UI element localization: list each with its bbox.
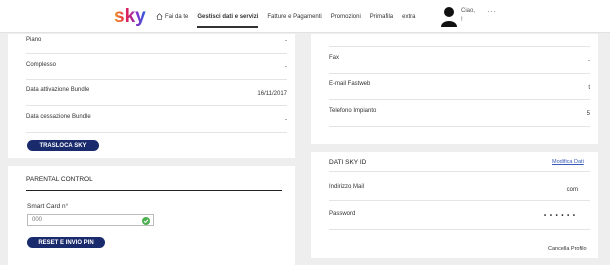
nav-label: extra bbox=[402, 13, 416, 20]
row-fax: Fax - bbox=[329, 47, 590, 74]
row-telefono-impianto: Telefono Impianto 5 bbox=[329, 100, 590, 127]
check-icon bbox=[142, 216, 150, 225]
smart-card-label: Smart Card n° bbox=[27, 203, 69, 210]
row-value: - bbox=[285, 38, 287, 44]
parental-control-title: PARENTAL CONTROL bbox=[26, 176, 93, 183]
top-header: sky Fai da te Gestisci dati e servizi Fa… bbox=[0, 0, 610, 33]
row-email-fastweb: E-mail Fastweb t bbox=[329, 74, 590, 100]
user-greeting[interactable]: Ciao, ! bbox=[461, 7, 475, 25]
user-avatar-icon[interactable] bbox=[440, 5, 458, 27]
sky-logo[interactable]: sky bbox=[113, 3, 151, 29]
row-label: Indirizzo Mail bbox=[329, 184, 365, 190]
nav-extra[interactable]: extra bbox=[402, 0, 415, 33]
nav-label: Primafila bbox=[369, 13, 394, 20]
sky-id-card: DATI SKY ID Modifica Dati Indirizzo Mail… bbox=[311, 152, 598, 258]
row-value: com bbox=[566, 187, 578, 193]
nav-label: Promozioni bbox=[330, 13, 361, 20]
row-value: - bbox=[285, 117, 287, 123]
row-piano: Piano - bbox=[26, 34, 287, 54]
nav-primafila[interactable]: Primafila bbox=[370, 0, 393, 33]
greeting-line: Ciao, bbox=[461, 8, 476, 14]
nav-gestisci[interactable]: Gestisci dati e servizi bbox=[197, 0, 259, 33]
sky-id-title: DATI SKY ID bbox=[329, 159, 367, 166]
row-value: - bbox=[285, 64, 287, 70]
row-label: E-mail Fastweb bbox=[329, 81, 371, 87]
nav-label: Fatture e Pagamenti bbox=[267, 13, 322, 20]
row-label: Telefono Impianto bbox=[329, 108, 377, 114]
row-complesso: Complesso - bbox=[26, 54, 287, 80]
svg-text:sky: sky bbox=[114, 6, 146, 27]
contact-card: Fax - E-mail Fastweb t Telefono Impianto… bbox=[311, 34, 598, 144]
row-value: 5 bbox=[586, 111, 590, 117]
reset-pin-button[interactable]: RESET E INVIO PIN bbox=[27, 237, 105, 248]
nav-fatture[interactable]: Fatture e Pagamenti bbox=[267, 0, 321, 33]
row-value: - bbox=[588, 58, 590, 64]
row-label: Piano bbox=[26, 37, 42, 43]
row-label: Data attivazione Bundle bbox=[26, 87, 90, 93]
row-label: Complesso bbox=[26, 62, 57, 68]
modifica-dati-link[interactable]: Modifica Dati bbox=[552, 159, 584, 165]
main-nav: Fai da te Gestisci dati e servizi Fattur… bbox=[156, 0, 424, 33]
smart-card-value: 000 bbox=[32, 217, 43, 223]
row-label: Fax bbox=[329, 55, 340, 61]
row-cut-top bbox=[329, 34, 590, 47]
nav-promozioni[interactable]: Promozioni bbox=[331, 0, 361, 33]
row-data-cessazione: Data cessazione Bundle - bbox=[26, 106, 287, 133]
bundle-card: Piano - Complesso - Data attivazione Bun… bbox=[8, 34, 295, 158]
home-icon bbox=[156, 13, 163, 20]
section-divider bbox=[26, 190, 282, 191]
nav-label: Gestisci dati e servizi bbox=[197, 13, 259, 20]
trasloca-sky-button[interactable]: TRASLOCA SKY bbox=[27, 140, 99, 151]
row-data-attivazione: Data attivazione Bundle 16/11/2017 bbox=[26, 80, 287, 106]
row-indirizzo-mail: Indirizzo Mail com bbox=[329, 171, 590, 201]
cancella-profilo-link[interactable]: Cancella Profilo bbox=[548, 246, 587, 252]
row-label: Password bbox=[329, 211, 356, 217]
password-dots: • • • • • • bbox=[544, 213, 576, 219]
row-label: Data cessazione Bundle bbox=[26, 114, 91, 120]
row-password: Password • • • • • • bbox=[329, 201, 590, 230]
row-value: 16/11/2017 bbox=[257, 91, 287, 97]
smart-card-field[interactable]: 000 bbox=[27, 214, 154, 226]
greeting-name: ! bbox=[461, 17, 463, 23]
nav-fai-da-te[interactable]: Fai da te bbox=[156, 0, 188, 33]
more-icon[interactable]: ··· bbox=[487, 7, 497, 16]
row-value: t bbox=[588, 85, 590, 91]
nav-label: Fai da te bbox=[165, 13, 189, 20]
